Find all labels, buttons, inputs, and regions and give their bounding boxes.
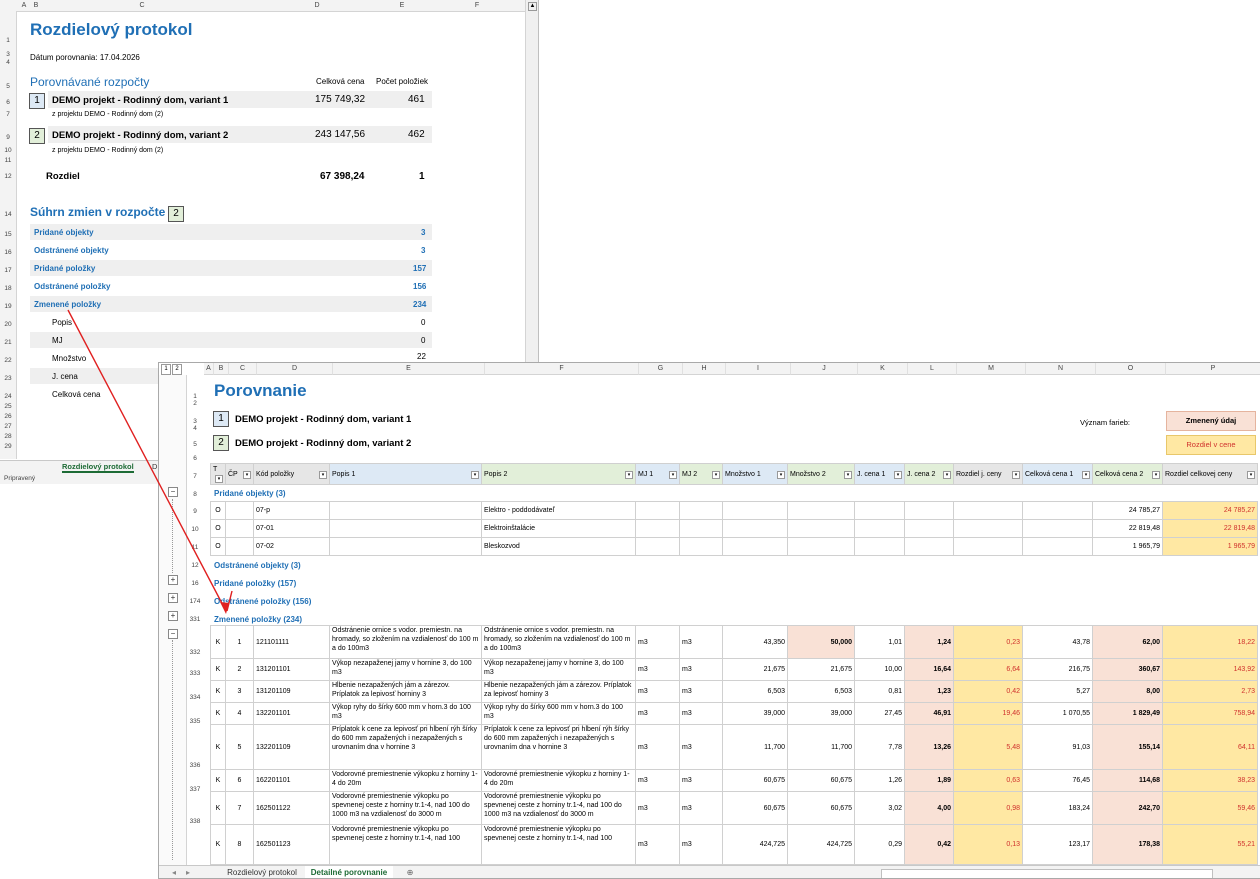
arrow-line	[67, 309, 227, 612]
arrow-line-2	[226, 590, 233, 612]
annotation-arrow	[67, 309, 233, 614]
